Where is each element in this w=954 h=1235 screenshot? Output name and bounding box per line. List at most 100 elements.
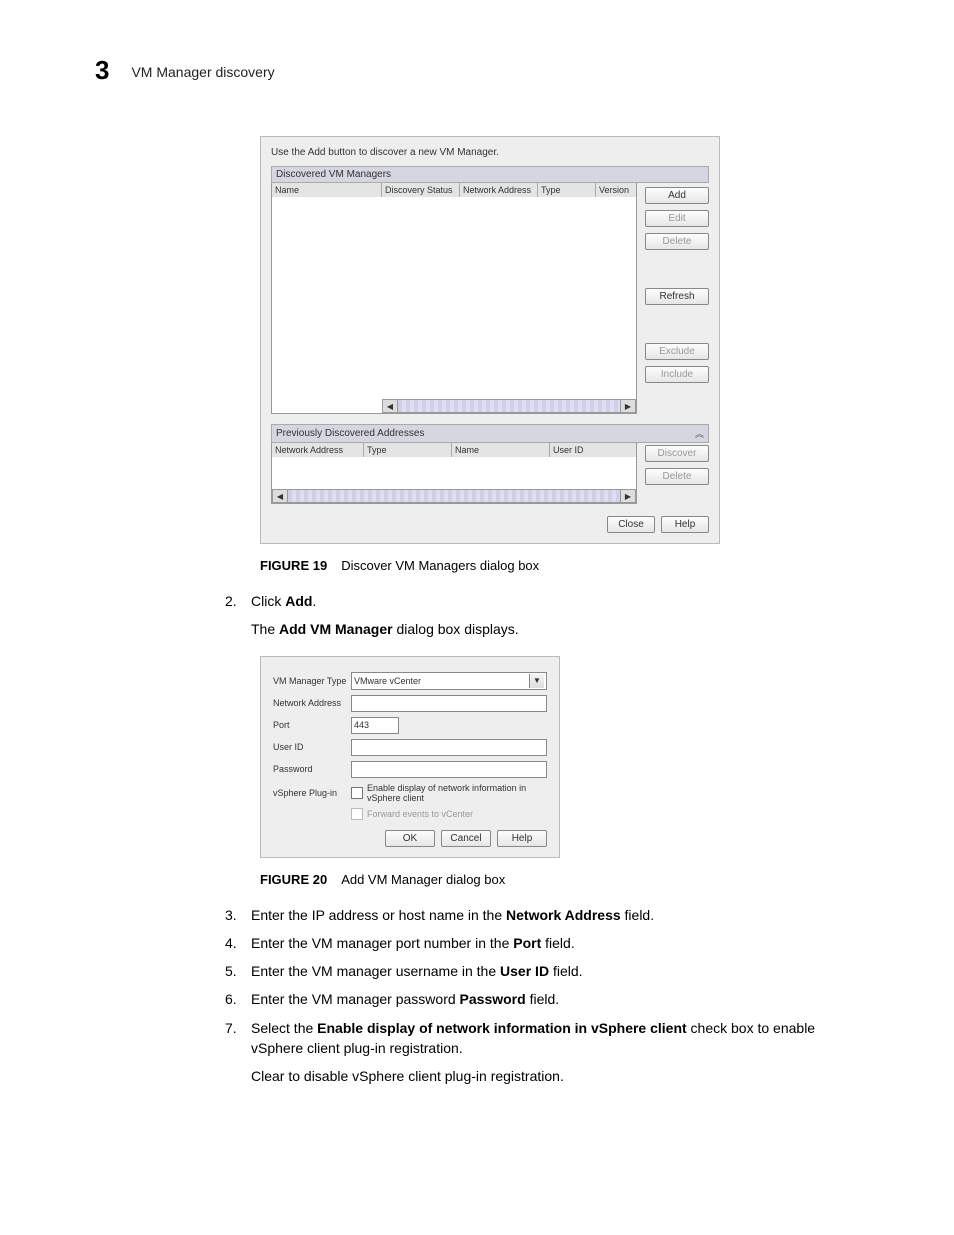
forward-events-checkbox: Forward events to vCenter [351, 808, 473, 820]
running-header: 3 VM Manager discovery [95, 55, 874, 86]
text: The [251, 621, 279, 637]
chevron-down-icon[interactable]: ▼ [529, 674, 544, 688]
collapse-icon[interactable]: ︽ [695, 427, 704, 440]
table-header-row: Name Discovery Status Network Address Ty… [272, 183, 636, 197]
previously-discovered-table[interactable]: Network Address Type Name User ID ◀ ▶ [271, 443, 637, 504]
figure-label: FIGURE 19 [260, 558, 327, 573]
scroll-left-icon[interactable]: ◀ [382, 399, 398, 413]
text: field. [541, 935, 574, 951]
checkbox-icon[interactable] [351, 787, 363, 799]
enable-display-checkbox[interactable]: Enable display of network information in… [351, 783, 547, 803]
discover-vm-managers-dialog: Use the Add button to discover a new VM … [260, 136, 720, 544]
bold-text: User ID [500, 963, 549, 979]
vm-manager-type-label: VM Manager Type [273, 676, 351, 686]
horizontal-scrollbar[interactable]: ◀ ▶ [272, 489, 636, 503]
bold-text: Enable display of network information in… [317, 1020, 687, 1036]
vm-manager-type-select[interactable]: VMware vCenter ▼ [351, 672, 547, 690]
step-number: 3. [225, 905, 251, 925]
step-6: 6. Enter the VM manager password Passwor… [225, 989, 865, 1009]
text: Select the [251, 1020, 317, 1036]
scroll-right-icon[interactable]: ▶ [620, 489, 636, 503]
horizontal-scrollbar[interactable]: ◀ ▶ [382, 399, 636, 413]
dialog-hint-text: Use the Add button to discover a new VM … [271, 147, 709, 158]
user-id-label: User ID [273, 742, 351, 752]
bold-text: Network Address [506, 907, 621, 923]
refresh-button[interactable]: Refresh [645, 288, 709, 305]
text: Enter the VM manager port number in the [251, 935, 513, 951]
chapter-number: 3 [95, 55, 109, 86]
checkbox-label: Enable display of network information in… [367, 783, 547, 803]
previously-discovered-section-title[interactable]: Previously Discovered Addresses ︽ [271, 424, 709, 443]
user-id-input[interactable] [351, 739, 547, 756]
step-number: 6. [225, 989, 251, 1009]
table-empty-area [272, 457, 636, 489]
step-number: 7. [225, 1018, 251, 1059]
step-4: 4. Enter the VM manager port number in t… [225, 933, 865, 953]
scroll-track[interactable] [288, 489, 620, 503]
scroll-right-icon[interactable]: ▶ [620, 399, 636, 413]
chapter-title: VM Manager discovery [131, 64, 274, 80]
password-label: Password [273, 764, 351, 774]
figure-text: Discover VM Managers dialog box [341, 558, 539, 573]
ok-button[interactable]: OK [385, 830, 435, 847]
vsphere-plugin-label: vSphere Plug-in [273, 788, 351, 798]
text: field. [526, 991, 559, 1007]
table-header-row: Network Address Type Name User ID [272, 443, 636, 457]
cancel-button[interactable]: Cancel [441, 830, 491, 847]
step-2-sub: The Add VM Manager dialog box displays. [251, 619, 865, 639]
include-button: Include [645, 366, 709, 383]
help-button[interactable]: Help [497, 830, 547, 847]
port-label: Port [273, 720, 351, 730]
port-input[interactable]: 443 [351, 717, 399, 734]
bold-text: Add VM Manager [279, 621, 393, 637]
text: Click [251, 593, 285, 609]
text: . [312, 593, 316, 609]
delete-button: Delete [645, 233, 709, 250]
step-number: 4. [225, 933, 251, 953]
delete-button: Delete [645, 468, 709, 485]
scroll-track[interactable] [398, 399, 620, 413]
col-network-address[interactable]: Network Address [272, 443, 364, 457]
password-input[interactable] [351, 761, 547, 778]
text: Enter the VM manager username in the [251, 963, 500, 979]
figure-20-caption: FIGURE 20 Add VM Manager dialog box [260, 872, 874, 887]
col-version[interactable]: Version [596, 183, 636, 197]
step-3: 3. Enter the IP address or host name in … [225, 905, 865, 925]
figure-label: FIGURE 20 [260, 872, 327, 887]
text: Enter the VM manager password [251, 991, 460, 1007]
select-value: VMware vCenter [354, 676, 421, 686]
step-number: 5. [225, 961, 251, 981]
discovered-vm-managers-section-title: Discovered VM Managers [271, 166, 709, 183]
add-button[interactable]: Add [645, 187, 709, 204]
col-network-address[interactable]: Network Address [460, 183, 538, 197]
bold-text: Add [285, 593, 312, 609]
bold-text: Password [460, 991, 526, 1007]
figure-19-caption: FIGURE 19 Discover VM Managers dialog box [260, 558, 874, 573]
col-type[interactable]: Type [538, 183, 596, 197]
close-button[interactable]: Close [607, 516, 655, 533]
help-button[interactable]: Help [661, 516, 709, 533]
exclude-button: Exclude [645, 343, 709, 360]
col-discovery-status[interactable]: Discovery Status [382, 183, 460, 197]
col-type[interactable]: Type [364, 443, 452, 457]
section-label: Previously Discovered Addresses [276, 428, 424, 439]
col-name[interactable]: Name [272, 183, 382, 197]
step-2: 2. Click Add. [225, 591, 865, 611]
figure-text: Add VM Manager dialog box [341, 872, 505, 887]
scroll-left-icon[interactable]: ◀ [272, 489, 288, 503]
text: field. [621, 907, 654, 923]
step-7: 7. Select the Enable display of network … [225, 1018, 865, 1059]
text: dialog box displays. [393, 621, 519, 637]
discover-button: Discover [645, 445, 709, 462]
network-address-label: Network Address [273, 698, 351, 708]
step-5: 5. Enter the VM manager username in the … [225, 961, 865, 981]
bold-text: Port [513, 935, 541, 951]
col-user-id[interactable]: User ID [550, 443, 636, 457]
discovered-vm-managers-table[interactable]: Name Discovery Status Network Address Ty… [271, 183, 637, 414]
edit-button: Edit [645, 210, 709, 227]
col-name[interactable]: Name [452, 443, 550, 457]
step-number: 2. [225, 591, 251, 611]
network-address-input[interactable] [351, 695, 547, 712]
text: field. [549, 963, 582, 979]
checkbox-label: Forward events to vCenter [367, 809, 473, 819]
